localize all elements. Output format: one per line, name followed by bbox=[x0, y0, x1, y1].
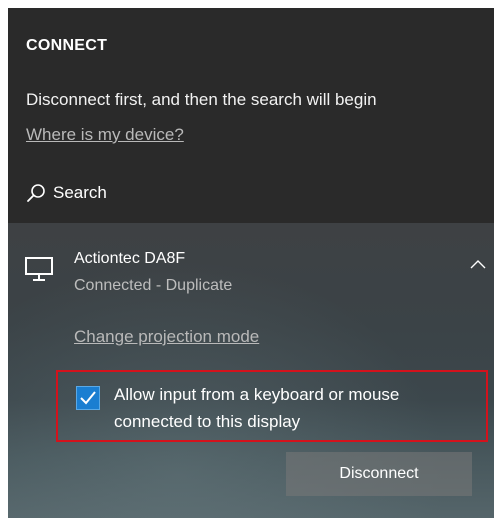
checkmark-icon bbox=[80, 391, 96, 405]
allow-input-checkbox[interactable] bbox=[76, 386, 100, 410]
device-name: Actiontec DA8F bbox=[74, 250, 186, 267]
disconnect-button[interactable]: Disconnect bbox=[286, 452, 472, 496]
device-item: Actiontec DA8F Connected - Duplicate Cha… bbox=[8, 223, 494, 518]
change-projection-mode-link[interactable]: Change projection mode bbox=[74, 327, 259, 347]
where-is-my-device-link[interactable]: Where is my device? bbox=[26, 125, 184, 145]
allow-input-label: Allow input from a keyboard or mouse bbox=[114, 385, 400, 404]
monitor-icon bbox=[24, 256, 54, 287]
search-button[interactable]: Search bbox=[26, 180, 107, 206]
panel-title: CONNECT bbox=[26, 37, 108, 54]
allow-input-label-continued: connected to this display bbox=[114, 412, 301, 431]
device-status: Connected - Duplicate bbox=[74, 277, 233, 294]
instruction-text: Disconnect first, and then the search wi… bbox=[26, 90, 377, 109]
search-label: Search bbox=[53, 183, 107, 202]
connect-panel: CONNECT Disconnect first, and then the s… bbox=[8, 8, 494, 518]
search-icon bbox=[26, 183, 46, 203]
chevron-up-icon[interactable] bbox=[470, 256, 486, 274]
